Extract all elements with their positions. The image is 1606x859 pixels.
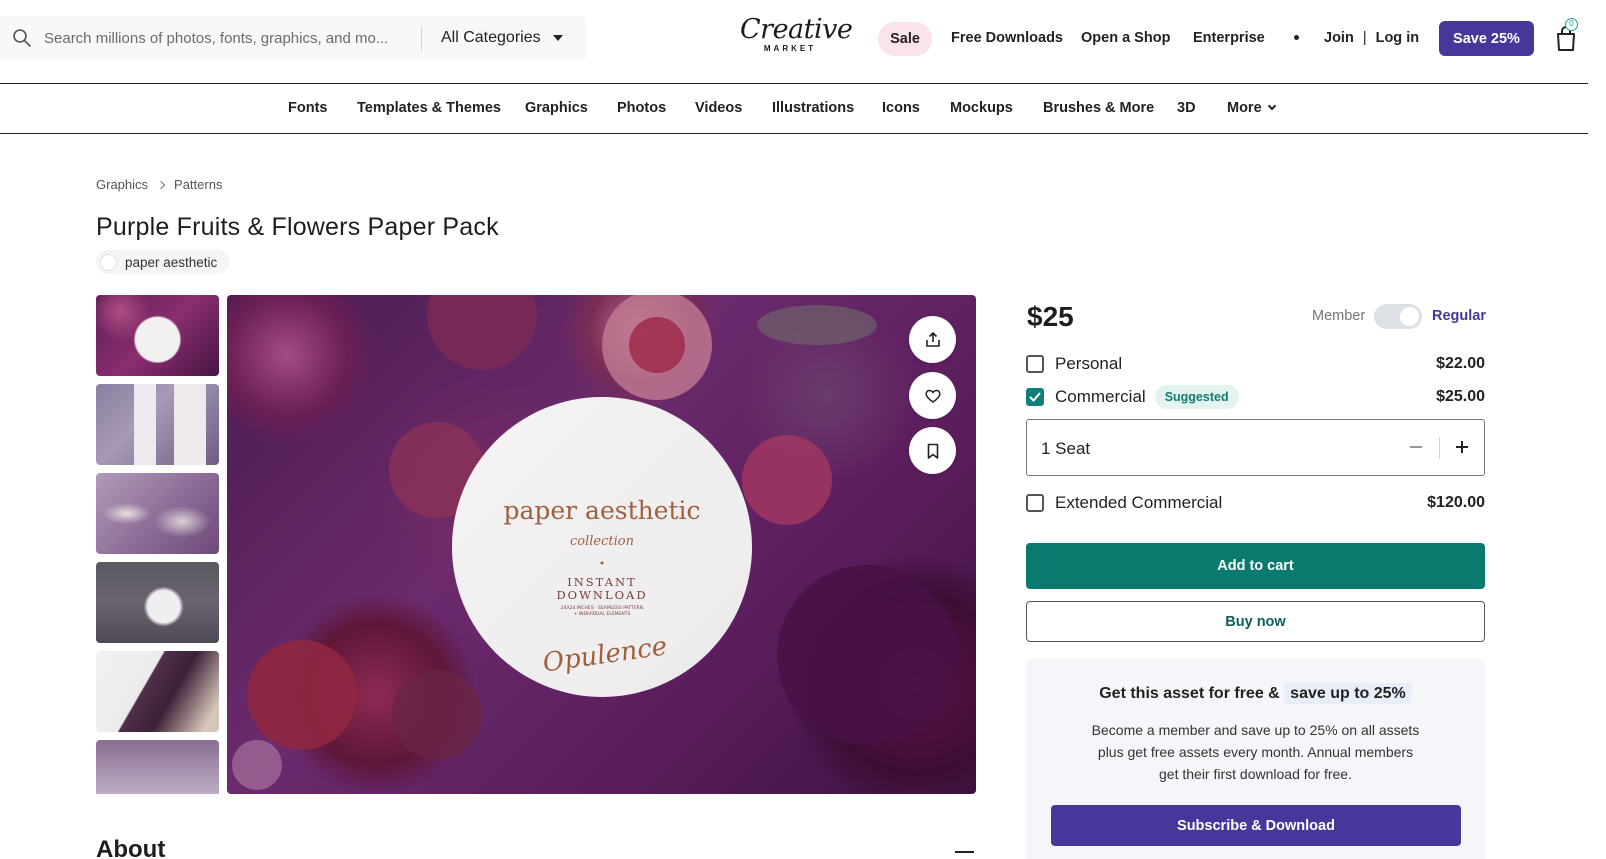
category-mockups[interactable]: Mockups bbox=[950, 100, 1013, 116]
category-brushes-more[interactable]: Brushes & More bbox=[1043, 100, 1154, 116]
category-nav: Fonts Templates & Themes Graphics Photos… bbox=[0, 84, 1588, 134]
auth-links: Join | Log in bbox=[1324, 22, 1419, 54]
category-templates-themes[interactable]: Templates & Themes bbox=[357, 100, 501, 116]
free-downloads-link[interactable]: Free Downloads bbox=[951, 22, 1063, 54]
buy-now-button[interactable]: Buy now bbox=[1026, 601, 1485, 642]
breadcrumb: Graphics Patterns bbox=[96, 177, 222, 192]
site-header: All Categories Creative MARKET Sale Free… bbox=[0, 0, 1588, 84]
checkmark-icon bbox=[1029, 392, 1041, 402]
favorite-button[interactable] bbox=[909, 372, 956, 419]
thumbnail-5[interactable] bbox=[96, 651, 219, 732]
chevron-down-icon bbox=[1267, 101, 1276, 111]
category-more-label: More bbox=[1227, 100, 1262, 116]
thumbnail-2[interactable] bbox=[96, 384, 219, 465]
seat-divider bbox=[1439, 437, 1440, 459]
about-heading: About bbox=[96, 836, 166, 859]
bookmark-button[interactable] bbox=[909, 427, 956, 474]
category-photos[interactable]: Photos bbox=[617, 100, 666, 116]
license-option-commercial[interactable]: Commercial Suggested $25.00 bbox=[1026, 385, 1485, 409]
membership-promo: Get this asset for free & save up to 25%… bbox=[1026, 659, 1485, 859]
category-more[interactable]: More bbox=[1227, 100, 1276, 116]
auth-separator: | bbox=[1362, 30, 1367, 46]
collapse-minus-icon[interactable] bbox=[955, 851, 974, 853]
product-title: Purple Fruits & Flowers Paper Pack bbox=[96, 213, 499, 241]
search-divider bbox=[421, 26, 422, 50]
thumbnail-1[interactable] bbox=[96, 295, 219, 376]
label-details-2: + INDIVIDUAL ELEMENTS bbox=[574, 611, 631, 617]
add-to-cart-button[interactable]: Add to cart bbox=[1026, 543, 1485, 589]
label-brand: paper aesthetic bbox=[503, 496, 700, 525]
thumbnail-strip bbox=[96, 295, 219, 794]
member-price-label: Member bbox=[1312, 308, 1366, 324]
product-main-image[interactable]: paper aesthetic collection INSTANT DOWNL… bbox=[227, 295, 976, 794]
category-3d[interactable]: 3D bbox=[1177, 100, 1196, 116]
category-videos[interactable]: Videos bbox=[695, 100, 742, 116]
license-label: Extended Commercial bbox=[1055, 493, 1223, 512]
license-label: Personal bbox=[1055, 354, 1123, 373]
seat-value: 1 Seat bbox=[1041, 439, 1091, 458]
search-bar: All Categories bbox=[0, 16, 586, 60]
chevron-right-icon bbox=[156, 180, 166, 189]
category-icons[interactable]: Icons bbox=[882, 100, 920, 116]
search-input[interactable] bbox=[44, 16, 394, 60]
caret-down-icon bbox=[552, 35, 563, 41]
creative-market-logo[interactable]: Creative MARKET bbox=[740, 14, 853, 58]
breadcrumb-graphics[interactable]: Graphics bbox=[96, 177, 148, 192]
promo-heading: Get this asset for free & save up to 25% bbox=[1026, 683, 1485, 704]
suggested-badge: Suggested bbox=[1154, 385, 1239, 409]
shop-link[interactable]: paper aesthetic bbox=[96, 250, 230, 274]
main-image-artwork: paper aesthetic collection INSTANT DOWNL… bbox=[232, 295, 957, 790]
shop-avatar bbox=[100, 253, 117, 271]
category-fonts[interactable]: Fonts bbox=[288, 100, 327, 116]
thumbnail-4[interactable] bbox=[96, 562, 219, 643]
label-collection: collection bbox=[570, 534, 634, 549]
license-option-extended[interactable]: Extended Commercial $120.00 bbox=[1026, 492, 1485, 514]
thumbnail-6[interactable] bbox=[96, 740, 219, 794]
share-button[interactable] bbox=[909, 316, 956, 363]
join-link[interactable]: Join bbox=[1324, 30, 1354, 46]
label-instant: INSTANT bbox=[567, 575, 637, 589]
personal-checkbox[interactable] bbox=[1026, 355, 1044, 373]
toggle-knob bbox=[1400, 307, 1419, 326]
extended-checkbox[interactable] bbox=[1026, 494, 1044, 512]
heart-icon bbox=[924, 389, 941, 403]
category-graphics[interactable]: Graphics bbox=[525, 100, 588, 116]
shop-name: paper aesthetic bbox=[125, 254, 218, 270]
cart-count-badge: 0 bbox=[1565, 18, 1578, 31]
increase-seats-button[interactable] bbox=[1451, 436, 1473, 458]
product-price: $25 bbox=[1027, 301, 1074, 332]
breadcrumb-patterns[interactable]: Patterns bbox=[174, 177, 222, 192]
subscribe-download-button[interactable]: Subscribe & Download bbox=[1051, 805, 1461, 846]
promo-heading-highlight: save up to 25% bbox=[1284, 683, 1412, 704]
category-select-label: All Categories bbox=[441, 29, 541, 46]
commercial-checkbox[interactable] bbox=[1026, 388, 1044, 406]
thumbnail-3[interactable] bbox=[96, 473, 219, 554]
seat-selector: 1 Seat bbox=[1026, 419, 1485, 476]
license-option-personal[interactable]: Personal $22.00 bbox=[1026, 353, 1485, 375]
logo-subtext: MARKET bbox=[763, 44, 817, 53]
search-icon[interactable] bbox=[12, 28, 32, 48]
label-download: DOWNLOAD bbox=[556, 588, 647, 602]
category-select[interactable]: All Categories bbox=[441, 16, 563, 60]
share-icon bbox=[925, 331, 940, 347]
regular-price-label: Regular bbox=[1432, 308, 1486, 324]
license-price: $120.00 bbox=[1427, 494, 1485, 511]
open-shop-link[interactable]: Open a Shop bbox=[1081, 22, 1170, 54]
enterprise-link[interactable]: Enterprise bbox=[1193, 22, 1265, 54]
category-illustrations[interactable]: Illustrations bbox=[772, 100, 854, 116]
login-link[interactable]: Log in bbox=[1376, 30, 1420, 46]
license-label: Commercial bbox=[1055, 387, 1146, 406]
promo-heading-prefix: Get this asset for free & bbox=[1099, 685, 1280, 702]
license-price: $25.00 bbox=[1436, 388, 1485, 405]
license-price: $22.00 bbox=[1436, 355, 1485, 372]
member-regular-toggle[interactable] bbox=[1374, 304, 1422, 329]
label-details: 24X24 INCHES · SEAMLESS PATTERN bbox=[561, 605, 643, 611]
decrease-seats-button[interactable] bbox=[1405, 436, 1427, 458]
bookmark-icon bbox=[927, 443, 938, 459]
promo-body: Become a member and save up to 25% on al… bbox=[1091, 722, 1420, 782]
sale-link[interactable]: Sale bbox=[878, 22, 932, 56]
logo-wordmark: Creative bbox=[740, 14, 853, 45]
save-25-button[interactable]: Save 25% bbox=[1439, 21, 1534, 56]
nav-dot-separator bbox=[1294, 35, 1299, 40]
